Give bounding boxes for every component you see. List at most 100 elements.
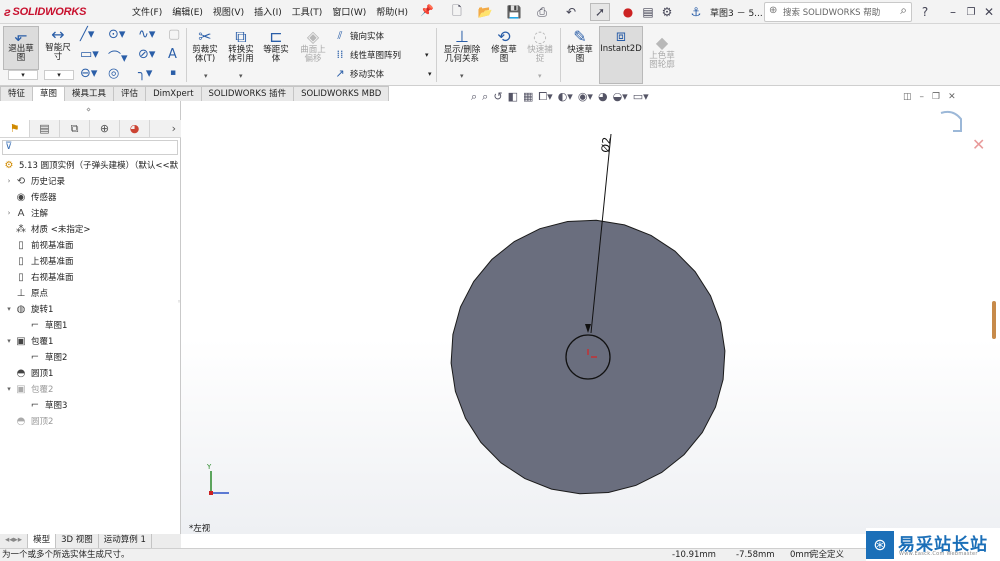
new-document-icon[interactable]: 🗋 — [448, 3, 466, 21]
tree-item[interactable]: ⊥ 原点 — [4, 285, 48, 301]
text-icon[interactable]: A — [168, 47, 177, 62]
menu-view[interactable]: 视图(V) — [213, 5, 244, 18]
tab-addins[interactable]: SOLIDWORKS 插件 — [200, 86, 295, 101]
open-icon[interactable]: 📂 — [474, 3, 496, 21]
expand-toggle-icon[interactable]: ▾ — [4, 305, 14, 313]
tree-item[interactable]: ◓ 圆顶2 — [4, 413, 54, 429]
section-view-icon[interactable]: ◧ — [508, 90, 518, 104]
exit-sketch-button[interactable]: ⬐ 退出草图 — [3, 26, 39, 70]
confirm-corner-icon[interactable] — [940, 110, 962, 132]
view-settings-icon[interactable]: ▭▾ — [633, 90, 649, 104]
help-icon[interactable]: ? — [918, 3, 932, 21]
panel-grip-icon[interactable]: ⋄ — [86, 105, 91, 114]
display-style-icon[interactable]: ◐▾ — [558, 90, 573, 104]
edit-appearance-icon[interactable]: ◕ — [598, 90, 608, 104]
exit-sketch-dropdown[interactable]: ▾ — [8, 70, 38, 80]
instant2d-button[interactable]: ⧈ Instant2D — [599, 26, 643, 84]
tab-model[interactable]: 模型 — [28, 534, 57, 548]
close-icon[interactable]: ✕ — [982, 3, 996, 21]
hide-show-icon[interactable]: ◉▾ — [578, 90, 593, 104]
undo-icon[interactable]: ↶ — [560, 3, 582, 21]
arc-icon[interactable]: ⌒▾ — [108, 47, 128, 66]
zoom-fit-icon[interactable]: ⌕ — [471, 90, 477, 104]
move-entities-button[interactable]: ↗ 移动实体 ▾ — [334, 67, 431, 80]
tree-item[interactable]: ▾ ▣ 包覆1 — [4, 333, 53, 349]
tree-item[interactable]: ▾ ◍ 旋转1 — [4, 301, 53, 317]
graphics-area[interactable]: Ø2 Y *左视 ✕ ⌕ ⌕ ↺ ◧ ▦ ⧠▾ ◐▾ ◉▾ ◕ ◒▾ ▭▾ ◫ … — [181, 90, 1000, 534]
select-icon[interactable]: ➚ — [590, 3, 610, 21]
trim-button[interactable]: ✂ 剪裁实体(T) — [188, 28, 222, 64]
display-manager-icon[interactable]: ◕ — [120, 120, 150, 137]
viewport-split-icon[interactable]: ◫ — [903, 92, 912, 102]
tree-item[interactable]: ⌐ 草图1 — [18, 317, 68, 333]
surface-icon[interactable]: ▢ — [168, 27, 180, 42]
rebuild-icon[interactable]: ● — [622, 3, 634, 21]
expand-toggle-icon[interactable]: › — [4, 177, 14, 185]
menu-window[interactable]: 窗口(W) — [332, 5, 366, 18]
tab-dimxpert[interactable]: DimXpert — [145, 86, 202, 101]
tree-item[interactable]: ◉ 传感器 — [4, 189, 57, 205]
panel-expand-icon[interactable]: › — [150, 120, 180, 137]
tree-item[interactable]: ▯ 前视基准面 — [4, 237, 73, 253]
search-icon[interactable]: ⌕ — [900, 3, 907, 18]
cancel-sketch-icon[interactable]: ✕ — [972, 135, 985, 154]
smart-dimension-button[interactable]: ↔ 智能尺寸 — [40, 26, 76, 70]
convert-entities-button[interactable]: ⧉ 转换实体引用 — [224, 28, 258, 64]
tree-item[interactable]: ▯ 上视基准面 — [4, 253, 73, 269]
shaded-sketch-contours-button[interactable]: ◆ 上色草图轮廓 — [646, 34, 678, 70]
menu-file[interactable]: 文件(F) — [132, 5, 162, 18]
linear-pattern-button[interactable]: ⁞⁞ 线性草图阵列 ▾ — [334, 48, 429, 61]
filter-field[interactable]: ⊽ — [2, 140, 178, 155]
offset-on-surface-button[interactable]: ◈ 曲面上偏移 — [296, 28, 330, 64]
menu-insert[interactable]: 插入(I) — [254, 5, 282, 18]
dynamic-annotation-icon[interactable]: ▦ — [523, 90, 533, 104]
ellipse-icon[interactable]: ◎ — [108, 66, 119, 81]
spline-icon[interactable]: ∿▾ — [138, 27, 155, 42]
display-delete-relations-button[interactable]: ⊥ 显示/删除几何关系 — [440, 28, 484, 64]
tree-item[interactable]: › ⟲ 历史记录 — [4, 173, 65, 189]
offset-entities-button[interactable]: ⊏ 等距实体 — [259, 28, 293, 64]
expand-toggle-icon[interactable]: › — [4, 209, 14, 217]
slot-icon[interactable]: ⊖▾ — [80, 66, 97, 81]
quick-snaps-button[interactable]: ◌ 快速捕捉 — [524, 28, 556, 64]
tree-item[interactable]: ▯ 右视基准面 — [4, 269, 73, 285]
line-icon[interactable]: ╱▾ — [80, 27, 94, 42]
polygon-icon[interactable]: ⊘▾ — [138, 47, 155, 62]
repair-sketch-button[interactable]: ⟲ 修复草图 — [488, 28, 520, 64]
scroll-thermometer[interactable] — [992, 301, 996, 339]
tree-item[interactable]: ◓ 圆顶1 — [4, 365, 54, 381]
mirror-entities-button[interactable]: ⫽ 镜向实体 — [334, 29, 384, 43]
tree-item[interactable]: ⁂ 材质 <未指定> — [4, 221, 90, 237]
property-manager-icon[interactable]: ▤ — [30, 120, 60, 137]
tab-3d-view[interactable]: 3D 视图 — [56, 534, 99, 548]
tab-mold-tools[interactable]: 模具工具 — [64, 86, 115, 101]
viewport-minimize-icon[interactable]: – — [920, 92, 925, 102]
print-icon[interactable]: ⎙ — [532, 3, 552, 21]
restore-icon[interactable]: ❐ — [964, 3, 978, 21]
tab-evaluate[interactable]: 评估 — [113, 86, 147, 101]
tab-features[interactable]: 特征 — [0, 86, 34, 101]
options-icon[interactable]: ⚙ — [658, 3, 676, 21]
previous-view-icon[interactable]: ↺ — [493, 90, 502, 104]
tree-item[interactable]: ⌐ 草图2 — [18, 349, 68, 365]
sketch-profile-disk[interactable] — [450, 219, 726, 495]
circle-icon[interactable]: ⊙▾ — [108, 27, 125, 42]
tab-motion-study[interactable]: 运动算例 1 — [99, 534, 152, 548]
tree-item[interactable]: ▾ ▣ 包覆2 — [4, 381, 53, 397]
point-icon[interactable]: ▪ — [170, 68, 176, 78]
rectangle-icon[interactable]: ▭▾ — [80, 47, 99, 62]
smart-dim-dropdown[interactable]: ▾ — [44, 70, 74, 80]
tree-item[interactable]: ⌐ 草图3 — [18, 397, 68, 413]
pin-icon[interactable]: 📌 — [420, 4, 434, 17]
relations-dropdown[interactable]: ▾ — [460, 72, 464, 80]
anchor-icon[interactable]: ⚓ — [688, 3, 704, 21]
file-properties-icon[interactable]: ▤ — [640, 3, 656, 21]
menu-tools[interactable]: 工具(T) — [292, 5, 323, 18]
minimize-icon[interactable]: – — [946, 3, 960, 21]
view-orientation-icon[interactable]: ⧠▾ — [538, 90, 552, 104]
scene-icon[interactable]: ◒▾ — [613, 90, 628, 104]
tab-mbd[interactable]: SOLIDWORKS MBD — [293, 86, 390, 101]
help-search[interactable]: ⊕ 搜索 SOLIDWORKS 帮助 ⌕ — [764, 2, 912, 22]
expand-toggle-icon[interactable]: ▾ — [4, 337, 14, 345]
menu-help[interactable]: 帮助(H) — [376, 5, 408, 18]
